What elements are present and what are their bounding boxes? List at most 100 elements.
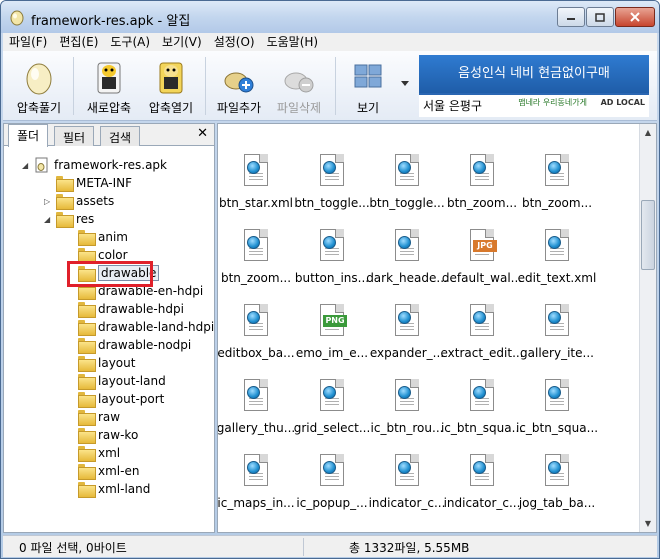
tree-item-drawable-hdpi[interactable]: drawable-hdpi [66,300,184,318]
menu-settings[interactable]: 설정(O) [208,33,261,51]
close-button[interactable] [615,7,655,27]
tree-item-xml[interactable]: xml [66,444,120,462]
file-item[interactable]: btn_toggle... [369,150,445,220]
file-item[interactable]: btn_toggle... [294,150,370,220]
view-button[interactable]: 보기 [343,55,393,117]
tree-item-layout[interactable]: layout [66,354,135,372]
toolbar-separator [335,57,336,115]
tree-item-res[interactable]: ◢ res [44,210,94,228]
xml-file-icon [316,154,348,190]
menu-edit[interactable]: 편집(E) [53,33,104,51]
open-archive-label: 압축열기 [148,101,194,115]
status-divider [303,538,304,556]
view-dropdown-arrow-icon[interactable] [401,81,409,87]
tree-item-layout-land[interactable]: layout-land [66,372,166,390]
tree-item-raw[interactable]: raw [66,408,120,426]
scroll-thumb[interactable] [641,200,655,270]
tree-item-xml-land[interactable]: xml-land [66,480,150,498]
file-item[interactable]: jog_tab_ba... [519,450,595,520]
ad-banner[interactable]: 음성인식 네비 현금없이구매 서울 은평구 맵네라 우리동네가게 AD LOCA… [419,55,649,117]
file-item[interactable]: ic_btn_squa... [516,375,598,445]
delete-file-button[interactable]: 파일삭제 [271,55,327,117]
file-item[interactable]: btn_star.xml [218,150,294,220]
tree-item-drawable-nodpi[interactable]: drawable-nodpi [66,336,191,354]
globe-icon [548,236,561,249]
open-archive-button[interactable]: 압축열기 [141,55,201,117]
xml-file-icon [240,379,272,415]
file-item[interactable]: gallery_ite... [519,300,595,370]
xml-file-icon [541,304,573,340]
tab-filter[interactable]: 필터 [54,126,95,146]
maximize-button[interactable] [586,7,614,27]
tree-item-layout-port[interactable]: layout-port [66,390,164,408]
file-item[interactable]: ic_maps_in... [218,450,295,520]
tree-item-meta-inf[interactable]: META-INF [44,174,132,192]
file-item[interactable]: expander_... [369,300,445,370]
file-item[interactable]: ic_popup_... [294,450,370,520]
penguin-open-icon [159,62,183,94]
png-badge: PNG [323,315,347,327]
tree-label: META-INF [76,176,133,190]
collapse-icon[interactable]: ◢ [22,161,32,170]
file-item[interactable]: button_ins... [294,225,370,295]
file-item[interactable]: ic_btn_squa... [441,375,523,445]
folder-icon [78,482,96,498]
menu-tools[interactable]: 도구(A) [104,33,156,51]
jpg-file-icon: JPG [466,229,498,265]
globe-icon [247,236,260,249]
file-item[interactable]: indicator_c... [369,450,445,520]
globe-icon [398,461,411,474]
tree-label: drawable-hdpi [98,302,184,316]
xml-file-icon [391,229,423,265]
file-item[interactable]: gallery_thu... [218,375,295,445]
tab-search[interactable]: 검색 [100,126,141,146]
penguin-new-icon [97,62,121,94]
xml-file-icon [240,229,272,265]
file-name: jog_tab_ba... [518,496,596,510]
tree-item-anim[interactable]: anim [66,228,128,246]
tree-label: drawable-land-hdpi [98,320,215,334]
tab-folder[interactable]: 폴더 [8,124,49,147]
file-item[interactable]: grid_select... [294,375,370,445]
file-item[interactable]: ic_btn_rou... [369,375,445,445]
panel-close-icon[interactable]: ✕ [197,126,208,141]
file-item[interactable]: btn_zoom... [444,150,520,220]
minimize-icon [567,18,575,20]
tree-label: xml-land [98,482,151,496]
folder-icon [78,374,96,390]
file-item[interactable]: indicator_c... [444,450,520,520]
menu-file[interactable]: 파일(F) [3,33,53,51]
file-item[interactable]: JPG default_wal... [442,225,522,295]
folder-icon [56,176,74,192]
file-item[interactable]: editbox_ba... [218,300,295,370]
globe-icon [323,386,336,399]
tree-label: layout-land [98,374,166,388]
xml-file-icon [240,154,272,190]
tree-label: layout [98,356,136,370]
file-item[interactable]: btn_zoom... [519,150,595,220]
expand-icon[interactable]: ▷ [44,197,54,206]
scroll-down-icon[interactable]: ▼ [640,515,656,532]
tree-item-assets[interactable]: ▷ assets [44,192,114,210]
add-file-button[interactable]: 파일추가 [211,55,267,117]
file-item[interactable]: btn_zoom... [218,225,294,295]
menu-help[interactable]: 도움말(H) [261,33,325,51]
minimize-button[interactable] [557,7,585,27]
file-item[interactable]: dark_heade... [366,225,448,295]
tree-item-raw-ko[interactable]: raw-ko [66,426,138,444]
file-item[interactable]: edit_text.xml [518,225,596,295]
collapse-icon[interactable]: ◢ [44,215,54,224]
tree-root[interactable]: ◢ framework-res.apk [22,156,167,174]
file-item[interactable]: PNG emo_im_e... [294,300,370,370]
vertical-scrollbar[interactable]: ▲ ▼ [639,124,656,532]
extract-button[interactable]: 압축풀기 [11,55,67,117]
tree-item-drawable-land-hdpi[interactable]: drawable-land-hdpi [66,318,214,336]
globe-icon [323,236,336,249]
tree-label: xml-en [98,464,140,478]
tree-item-xml-en[interactable]: xml-en [66,462,139,480]
scroll-up-icon[interactable]: ▲ [640,124,656,141]
new-archive-button[interactable]: 새로압축 [79,55,139,117]
file-item[interactable]: extract_edit... [440,300,524,370]
menu-view[interactable]: 보기(V) [156,33,208,51]
globe-icon [398,311,411,324]
